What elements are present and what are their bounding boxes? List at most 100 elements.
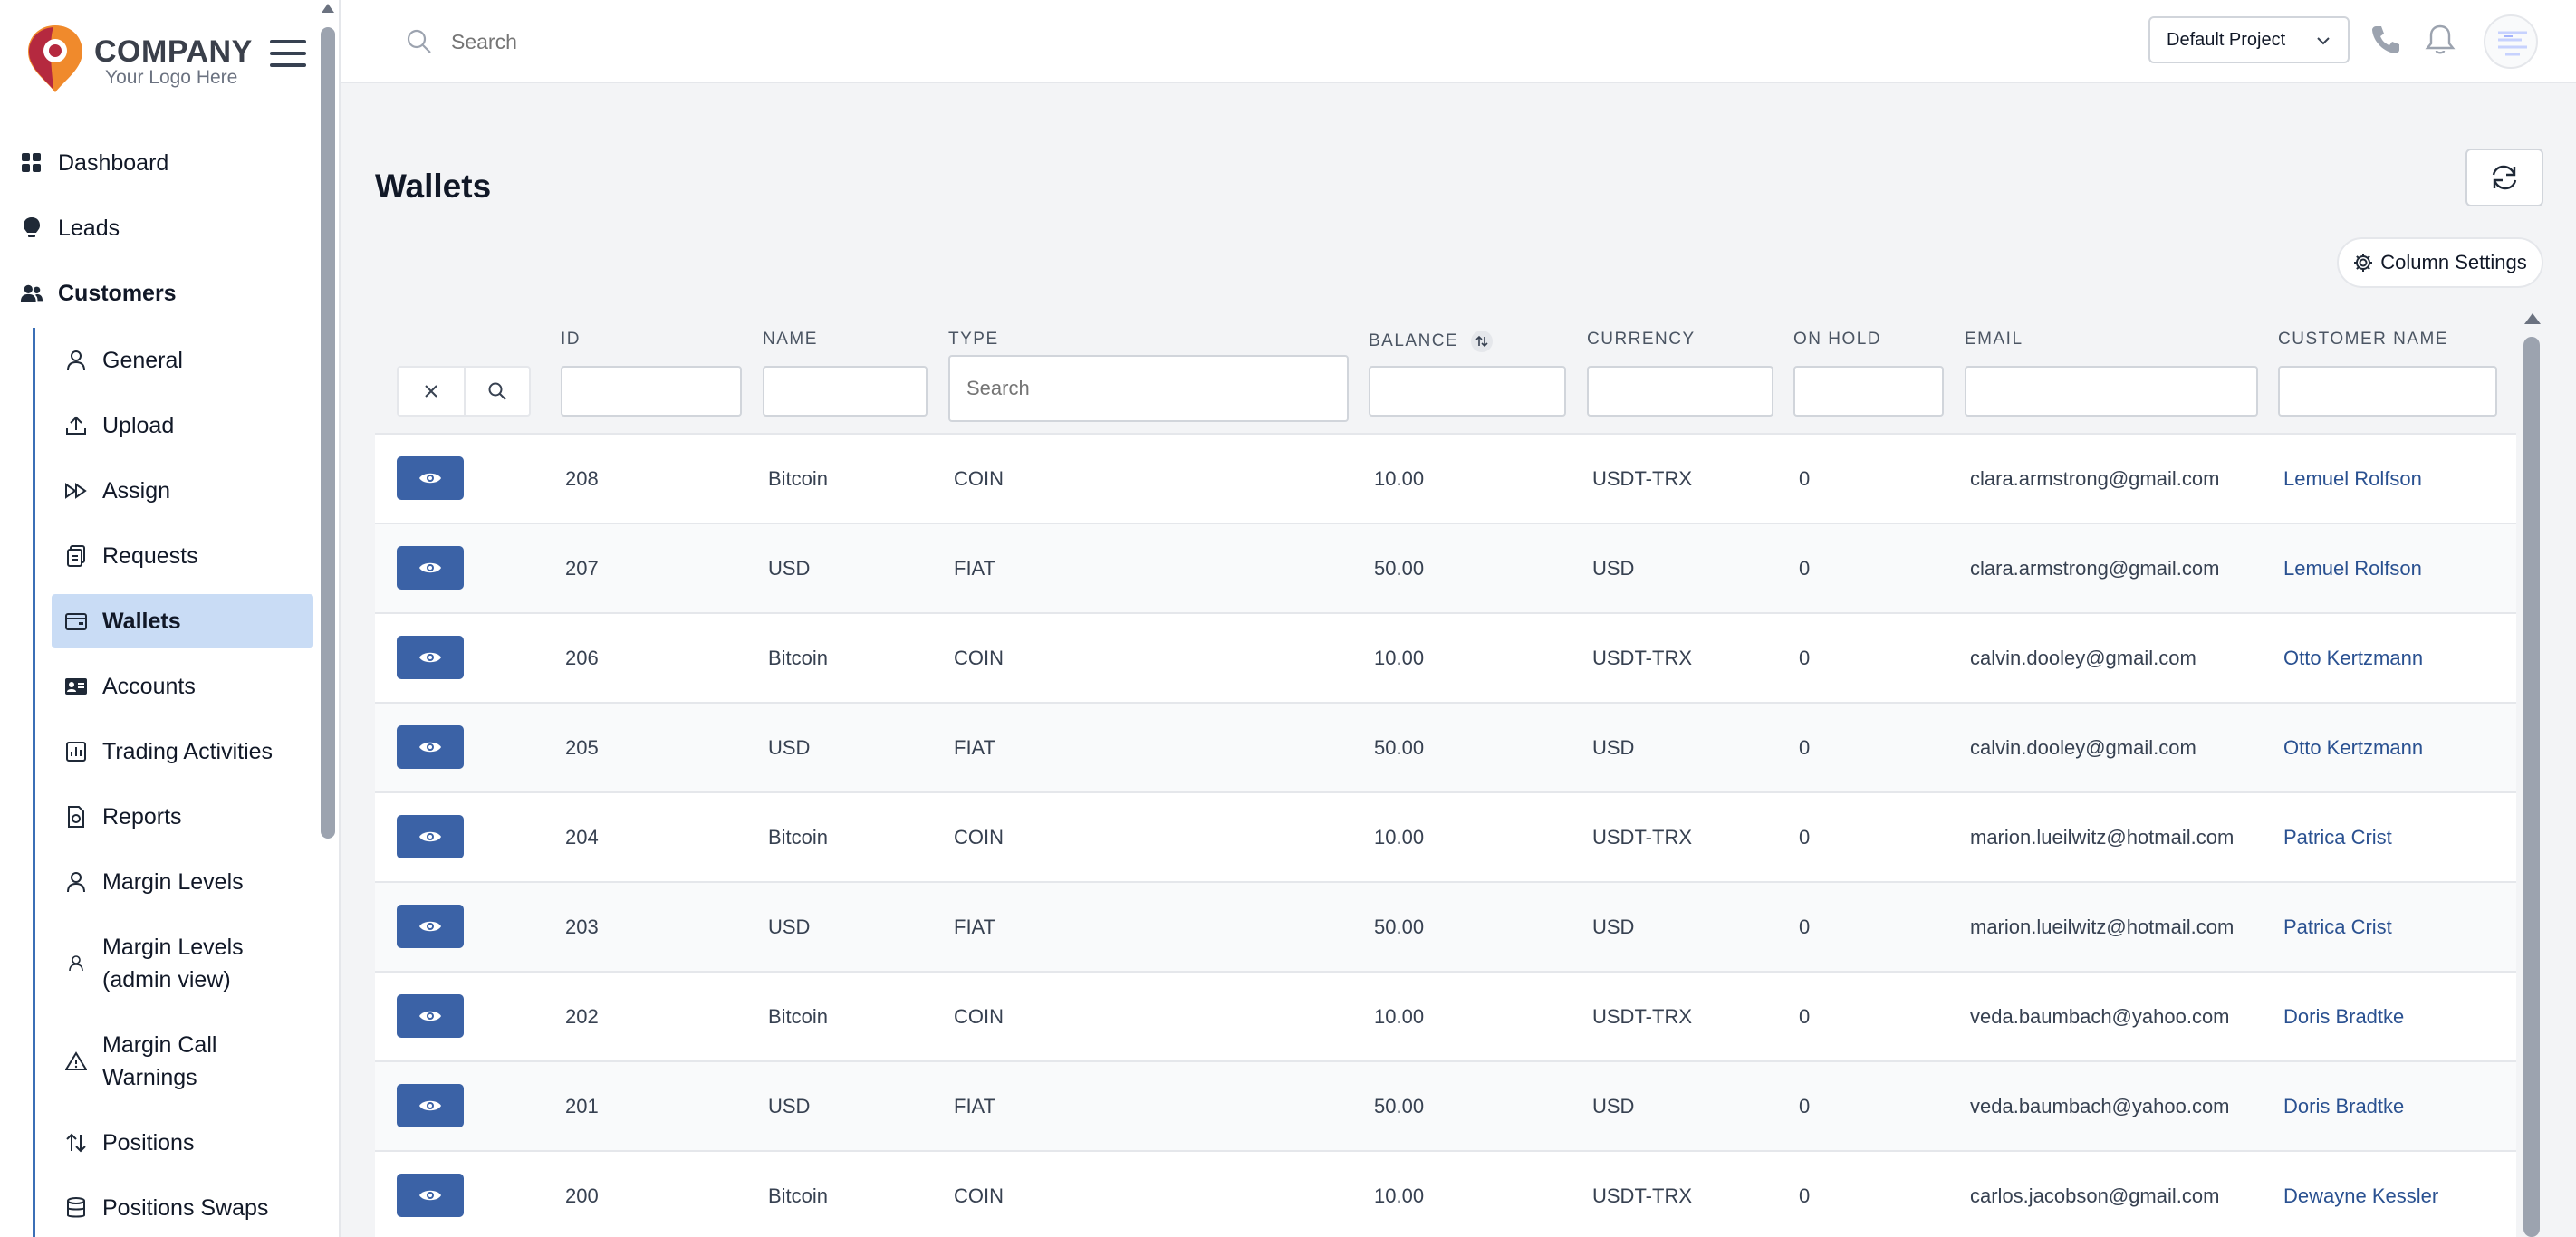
sidebar-item-margin-levels-admin[interactable]: Margin Levels (admin view) [52, 915, 313, 1012]
search-icon [488, 382, 506, 400]
table-scrollbar[interactable] [2522, 304, 2543, 1237]
column-header-type[interactable]: TYPE [948, 330, 999, 350]
user-small-icon [64, 952, 88, 975]
balance-filter-input[interactable] [1369, 366, 1566, 417]
project-select[interactable]: Default Project [2148, 16, 2350, 63]
search-input[interactable] [449, 28, 920, 55]
cell-type: FIAT [954, 736, 996, 759]
nav-item-customers[interactable]: Customers [0, 261, 317, 326]
sidebar-item-upload[interactable]: Upload [52, 393, 313, 458]
sidebar-item-accounts[interactable]: Accounts [52, 654, 313, 719]
cell-balance: 10.00 [1374, 467, 1425, 490]
column-header-email[interactable]: EMAIL [1965, 330, 2023, 350]
top-bar: Default Project [341, 0, 2576, 83]
sidebar-item-label: Upload [102, 412, 175, 438]
sidebar-item-label: Assign [102, 477, 171, 503]
sidebar-item-margin-call-warnings[interactable]: Margin Call Warnings [52, 1012, 313, 1110]
cell-on-hold: 0 [1799, 826, 1811, 849]
cell-id: 200 [565, 1184, 599, 1207]
sort-icon[interactable] [1470, 330, 1494, 353]
id-filter-input[interactable] [561, 366, 742, 417]
sidebar-item-label: General [102, 347, 183, 373]
phone-icon[interactable] [2368, 22, 2404, 58]
currency-filter-input[interactable] [1587, 366, 1773, 417]
type-filter-input[interactable] [948, 355, 1349, 422]
scroll-up-arrow-icon[interactable] [2524, 313, 2541, 324]
view-button[interactable] [397, 815, 464, 858]
customer-link[interactable]: Lemuel Rolfson [2283, 557, 2422, 580]
cell-name: Bitcoin [768, 647, 829, 669]
sidebar-item-label: Requests [102, 542, 198, 569]
view-button[interactable] [397, 456, 464, 500]
sidebar-item-positions[interactable]: Positions [52, 1110, 313, 1175]
view-button[interactable] [397, 725, 464, 769]
avatar[interactable] [2484, 14, 2538, 69]
column-header-balance-label: BALANCE [1369, 331, 1459, 351]
eye-icon [419, 742, 441, 753]
customer-link[interactable]: Dewayne Kessler [2283, 1184, 2438, 1208]
cell-email: clara.armstrong@gmail.com [1970, 467, 2220, 490]
scroll-up-arrow-icon[interactable] [322, 4, 334, 13]
lightbulb-icon [20, 216, 43, 240]
gear-icon [2354, 254, 2373, 272]
table-scroll-thumb[interactable] [2523, 337, 2540, 1237]
table-row: 201 USD FIAT 50.00 USD 0 veda.baumbach@y… [375, 1062, 2516, 1152]
apply-filters-button[interactable] [464, 368, 529, 415]
view-button[interactable] [397, 546, 464, 590]
on-hold-filter-input[interactable] [1793, 366, 1944, 417]
sidebar-item-reports[interactable]: Reports [52, 784, 313, 849]
refresh-button[interactable] [2465, 149, 2543, 206]
customer-link[interactable]: Patrica Crist [2283, 826, 2392, 849]
column-header-customer-name[interactable]: CUSTOMER NAME [2278, 330, 2448, 350]
cell-id: 202 [565, 1005, 599, 1028]
sidebar-item-general[interactable]: General [52, 328, 313, 393]
customer-link[interactable]: Lemuel Rolfson [2283, 467, 2422, 491]
sidebar-item-label: Margin Levels [102, 868, 244, 895]
view-button[interactable] [397, 1084, 464, 1127]
table-row: 203 USD FIAT 50.00 USD 0 marion.lueilwit… [375, 883, 2516, 973]
customer-link[interactable]: Otto Kertzmann [2283, 736, 2423, 760]
column-header-id[interactable]: ID [561, 330, 581, 350]
customer-link[interactable]: Otto Kertzmann [2283, 647, 2423, 670]
customer-name-filter-input[interactable] [2278, 366, 2497, 417]
sidebar-item-label: Reports [102, 803, 182, 829]
column-settings-button[interactable]: Column Settings [2337, 237, 2543, 288]
view-button[interactable] [397, 905, 464, 948]
company-logo[interactable]: COMPANY Your Logo Here [25, 24, 261, 96]
cell-id: 206 [565, 647, 599, 669]
view-button[interactable] [397, 636, 464, 679]
users-icon [20, 282, 43, 305]
user-icon [64, 870, 88, 894]
column-header-name[interactable]: NAME [763, 330, 818, 350]
customer-link[interactable]: Doris Bradtke [2283, 1005, 2404, 1029]
cell-type: COIN [954, 1184, 1004, 1207]
customer-link[interactable]: Doris Bradtke [2283, 1095, 2404, 1118]
clear-filters-button[interactable] [399, 368, 464, 415]
column-header-currency[interactable]: CURRENCY [1587, 330, 1696, 350]
column-header-balance[interactable]: BALANCE [1369, 330, 1494, 353]
sidebar-scrollbar[interactable] [319, 0, 337, 1237]
sidebar-item-wallets[interactable]: Wallets [52, 594, 313, 648]
sidebar-item-margin-levels[interactable]: Margin Levels [52, 849, 313, 915]
warning-icon [64, 1050, 88, 1073]
sidebar-item-requests[interactable]: Requests [52, 523, 313, 589]
view-button[interactable] [397, 1174, 464, 1217]
cell-name: USD [768, 736, 811, 759]
sidebar-item-trading-activities[interactable]: Trading Activities [52, 719, 313, 784]
email-filter-input[interactable] [1965, 366, 2258, 417]
bell-icon[interactable] [2422, 22, 2458, 58]
customer-link[interactable]: Patrica Crist [2283, 916, 2392, 939]
column-header-on-hold[interactable]: ON HOLD [1793, 330, 1881, 350]
close-icon [425, 385, 437, 398]
nav-item-dashboard[interactable]: Dashboard [0, 130, 317, 196]
swap-vertical-icon [64, 1131, 88, 1155]
view-button[interactable] [397, 994, 464, 1038]
cell-email: marion.lueilwitz@hotmail.com [1970, 916, 2235, 938]
cell-name: USD [768, 916, 811, 938]
hamburger-menu-icon[interactable] [270, 40, 306, 71]
sidebar-item-assign[interactable]: Assign [52, 458, 313, 523]
sidebar-scroll-thumb[interactable] [321, 27, 335, 839]
sidebar-item-positions-swaps[interactable]: Positions Swaps [52, 1175, 313, 1237]
name-filter-input[interactable] [763, 366, 928, 417]
nav-item-leads[interactable]: Leads [0, 196, 317, 261]
